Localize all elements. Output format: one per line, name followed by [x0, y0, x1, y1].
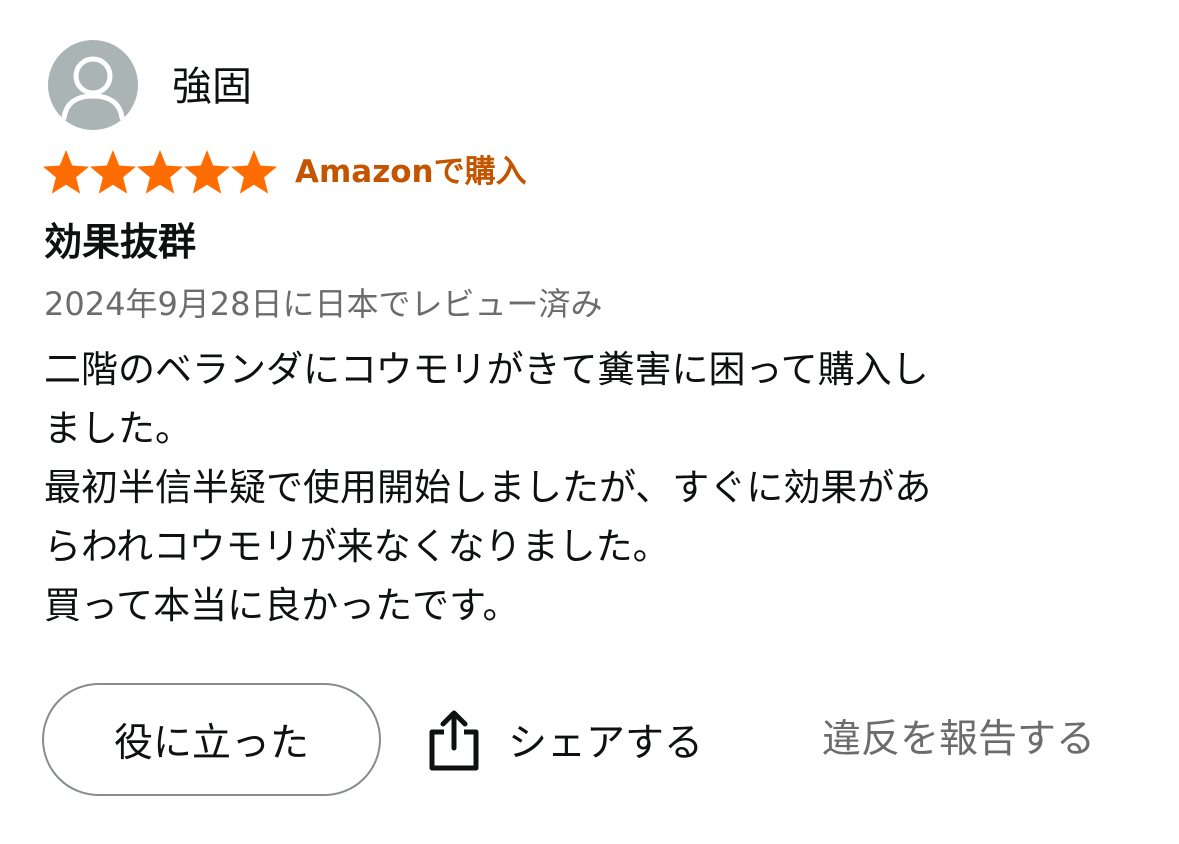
user-silhouette-icon [61, 56, 125, 121]
share-icon [429, 710, 479, 771]
review-date: 2024年9月28日に日本でレビュー済み [44, 285, 603, 323]
review-body: 二階のベランダにコウモリがきて糞害に困って購入し ました。 最初半信半疑で使用開… [44, 340, 1144, 635]
helpful-button[interactable]: 役に立った [42, 683, 381, 796]
report-abuse-link[interactable]: 違反を報告する [822, 712, 1095, 768]
share-button[interactable]: シェアする [426, 708, 703, 772]
verified-purchase-badge: Amazonで購入 [295, 154, 527, 190]
reviewer-name[interactable]: 強固 [172, 62, 252, 112]
review-title: 効果抜群 [44, 220, 197, 264]
avatar [48, 40, 138, 130]
review-body-line: ました。 [44, 407, 192, 450]
helpful-button-label: 役に立った [113, 720, 309, 766]
review-body-line: らわれコウモリが来なくなりました。 [44, 525, 670, 568]
star-icon [137, 150, 183, 194]
star-icon [43, 150, 89, 194]
star-rating [42, 149, 277, 195]
share-button-label: シェアする [508, 721, 704, 766]
star-icon [184, 150, 230, 194]
review-body-line: 最初半信半疑で使用開始しましたが、すぐに効果があ [44, 466, 932, 509]
review-body-line: 買って本当に良かったです。 [44, 584, 520, 627]
star-icon [90, 150, 136, 194]
review-body-line: 二階のベランダにコウモリがきて糞害に困って購入し [44, 348, 929, 391]
star-icon [231, 150, 277, 194]
rating-row: Amazonで購入 [42, 148, 527, 196]
